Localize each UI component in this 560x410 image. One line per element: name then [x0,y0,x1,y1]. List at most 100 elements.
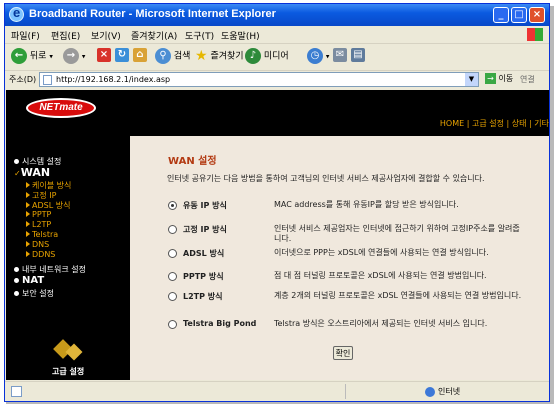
media-button[interactable]: ♪ 미디어 [245,48,289,66]
radio-pptp[interactable] [168,272,177,281]
security-zone: 인터넷 [425,386,460,397]
history-button[interactable]: ◷ ▾ [307,48,329,66]
sidebar-sub-telstra[interactable]: Telstra [26,230,58,239]
page-icon [11,386,22,397]
radio-adsl[interactable] [168,249,177,258]
back-button[interactable]: ← 뒤로 ▾ [11,48,53,66]
search-button[interactable]: ⚲ 검색 [155,48,190,66]
option-label: PPTP 방식 [183,272,224,281]
advanced-settings-label: 고급 설정 [52,367,85,376]
menu-tools[interactable]: 도구(T) [185,29,214,42]
sidebar-sub-l2tp[interactable]: L2TP [26,220,51,229]
sidebar-sub-pptp[interactable]: PPTP [26,210,51,219]
radio-l2tp[interactable] [168,292,177,301]
chevron-down-icon[interactable]: ▾ [82,53,86,61]
media-label: 미디어 [263,51,289,62]
sidebar-item-lan[interactable]: 내부 네트워크 설정 [14,264,86,275]
nav-separator: | [529,119,532,128]
menu-view[interactable]: 보기(V) [91,29,121,42]
favorites-button[interactable]: ★ 즐겨찾기 [195,48,244,66]
sidebar-item-wan[interactable]: ✓WAN [14,166,50,179]
status-divider [345,384,346,399]
option-description: 계층 2개의 터널링 프로토콜은 xDSL 연결들에 사용되는 연결 방법입니다… [274,291,522,300]
favorites-label: 즐겨찾기 [210,51,244,62]
radio-telstra[interactable] [168,320,177,329]
nav-status[interactable]: 상태 [512,119,527,128]
mail-button[interactable]: ✉ [333,48,347,66]
menu-help[interactable]: 도움말(H) [221,29,260,42]
ok-button[interactable]: 확인 [333,346,353,360]
option-label: 유동 IP 방식 [183,201,227,210]
arrow-right-icon [26,251,30,257]
radio-dynamic-ip[interactable] [168,201,177,210]
nav-home[interactable]: HOME [440,119,464,128]
option-description: 점 대 점 터널링 프로토콜은 xDSL에 사용되는 연결 방법입니다. [274,271,487,280]
menu-file[interactable]: 파일(F) [11,29,40,42]
minimize-button[interactable]: _ [493,7,509,23]
nav-separator: | [506,119,510,128]
menu-edit[interactable]: 편집(E) [51,29,80,42]
sidebar-item-security[interactable]: 보안 설정 [14,288,54,299]
toolbar: ← 뒤로 ▾ → ▾ × ↻ ⌂ ⚲ 검색 ★ 즐겨찾기 ♪ 미디어 ◷ ▾ ✉… [5,44,549,71]
window-title: Broadband Router - Microsoft Internet Ex… [29,8,276,20]
sidebar-sub-label: ADSL 방식 [32,201,71,210]
arrow-right-icon [26,231,30,237]
page-description: 인터넷 공유기는 다음 방법을 통하여 고객님의 인터넷 서비스 제공사업자에 … [167,174,485,183]
arrow-right-icon [26,182,30,188]
option-description: Telstra 방식은 오스트리아에서 제공되는 인터넷 서비스 입니다. [274,319,488,328]
sidebar: 시스템 설정 ✓WAN 케이블 방식 고정 IP ADSL 방식 PPTP L2… [6,136,130,380]
refresh-icon: ↻ [115,48,129,62]
print-icon: ▤ [351,48,365,62]
chevron-down-icon[interactable]: ▾ [49,53,53,61]
bullet-icon [14,278,19,283]
forward-arrow-icon: → [63,48,79,64]
arrow-right-icon [26,241,30,247]
bullet-icon [14,159,19,164]
go-button[interactable]: → 이동 [485,73,513,84]
option-label: L2TP 방식 [183,292,223,301]
option-description: 인터넷 서비스 제공업자는 인터넷에 접근하기 위하여 고정IP주소를 알려줍니… [274,224,520,243]
maximize-button[interactable]: □ [511,7,527,23]
top-nav: HOME | 고급 설정 | 상태 | 기타 [440,118,549,129]
address-input[interactable]: http://192.168.2.1/index.asp ▼ [39,72,479,87]
home-icon: ⌂ [133,48,147,62]
sidebar-sub-label: DNS [32,240,50,249]
sidebar-sub-ddns[interactable]: DDNS [26,250,55,259]
bullet-icon [14,291,19,296]
title-bar[interactable]: Broadband Router - Microsoft Internet Ex… [5,4,549,26]
sidebar-sub-dns[interactable]: DNS [26,240,49,249]
arrow-right-icon [26,211,30,217]
menu-favorites[interactable]: 즐겨찾기(A) [131,29,177,42]
media-icon: ♪ [245,48,261,64]
links-label[interactable]: 연결 [520,74,535,85]
option-description: 이더넷으로 PPP는 xDSL에 연결들에 사용되는 연결 방식입니다. [274,248,489,257]
sidebar-sub-label: DDNS [32,250,56,259]
home-button[interactable]: ⌂ [133,48,147,66]
sidebar-sub-label: 케이블 방식 [32,181,72,190]
address-url: http://192.168.2.1/index.asp [56,75,171,84]
sidebar-item-label: 내부 네트워크 설정 [22,265,86,274]
sidebar-item-label: NAT [22,275,45,286]
go-arrow-icon: → [485,73,496,84]
forward-button[interactable]: → ▾ [63,48,85,66]
address-bar: 주소(D) http://192.168.2.1/index.asp ▼ → 이… [5,71,549,89]
gear-icon [56,342,82,362]
go-label: 이동 [498,74,514,83]
chevron-down-icon[interactable]: ▾ [326,53,330,61]
arrow-right-icon [26,202,30,208]
print-button[interactable]: ▤ [351,48,365,66]
radio-static-ip[interactable] [168,225,177,234]
nav-advanced[interactable]: 고급 설정 [472,119,504,128]
nav-separator: | [466,119,470,128]
nav-other[interactable]: 기타 [534,119,549,128]
sidebar-item-label: WAN [20,166,51,179]
stop-button[interactable]: × [97,48,111,66]
sidebar-sub-label: L2TP [32,220,52,229]
refresh-button[interactable]: ↻ [115,48,129,66]
sidebar-item-nat[interactable]: NAT [14,275,44,286]
netmate-logo: NETmate [26,98,96,118]
page-content: NETmate HOME | 고급 설정 | 상태 | 기타 시스템 설정 ✓W… [6,90,549,380]
close-button[interactable]: × [529,7,545,23]
chevron-down-icon[interactable]: ▼ [465,73,478,86]
history-icon: ◷ [307,48,323,64]
